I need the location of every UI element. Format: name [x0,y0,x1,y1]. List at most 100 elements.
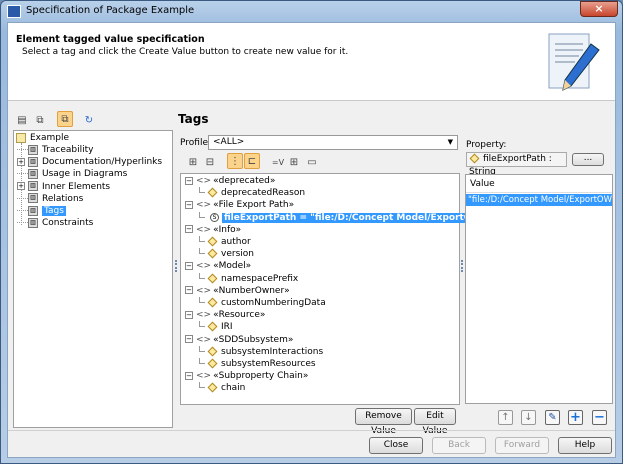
tree-item-label: Tags [42,206,66,216]
stereotype-row[interactable]: − <> «deprecated» [185,175,275,187]
collapse-all-icon[interactable]: ⊟ [202,154,218,170]
collapse-icon[interactable]: − [185,200,193,209]
app-icon [7,5,21,18]
tag-property-icon [207,321,218,332]
tag-label: subsystemInteractions [221,346,324,357]
tree-view-icon[interactable]: ⧉ [32,112,48,128]
tree-item-label: Constraints [42,218,94,229]
stereotype-row[interactable]: − <> «Resource» [185,309,265,321]
tag-row[interactable]: customNumberingData [199,297,326,309]
page-icon: ▥ [28,168,38,179]
stereotype-label: «Model» [213,261,252,272]
tag-label: author [221,237,251,247]
property-label: Property: [466,140,507,150]
tag-property-icon [207,358,218,369]
stereotype-label: «deprecated» [213,176,276,186]
page-icon: ▥ [28,217,38,228]
add-value-icon[interactable]: + [568,410,583,425]
tag-row[interactable]: chain [199,382,245,394]
show-values-icon[interactable]: =V [270,154,286,170]
remove-value-icon[interactable]: − [592,410,607,425]
stereotype-row[interactable]: − <> «File Export Path» [185,199,294,211]
back-button[interactable]: Back [432,437,486,454]
tree-item-relations[interactable]: ▥ Relations [17,193,83,205]
stereotype-row[interactable]: − <> «NumberOwner» [185,285,290,297]
tree-item-documentation-hyperlinks[interactable]: + ▥ Documentation/Hyperlinks [17,156,162,168]
splitter-handle[interactable] [175,260,177,272]
group-tags-icon[interactable]: ⊏ [244,153,260,169]
stereotype-label: «SDDSubsystem» [213,334,294,345]
tag-label: subsystemResources [221,359,316,369]
profile-label: Profile: [180,138,212,148]
stereotype-row[interactable]: − <> «Info» [185,224,241,236]
tag-row[interactable]: author [199,236,251,248]
collapse-icon[interactable]: − [185,371,193,380]
stereotype-row[interactable]: − <> «Subproperty Chain» [185,370,308,382]
tag-property-icon [207,273,218,284]
grid-icon[interactable]: ⊞ [286,154,302,170]
stereotype-label: «File Export Path» [213,200,295,211]
value-column-header[interactable]: Value [466,175,612,193]
collapse-icon[interactable]: − [185,335,193,344]
collapse-icon[interactable]: − [185,176,193,185]
close-button[interactable]: Close [369,437,423,454]
tree-item-constraints[interactable]: ▥ Constraints [17,217,93,229]
collapse-icon[interactable]: − [185,310,193,319]
browse-button[interactable]: ... [572,153,604,166]
stereotype-row[interactable]: − <> «Model» [185,260,251,272]
field-icon[interactable]: ▭ [304,154,320,170]
tree-item-label: Documentation/Hyperlinks [42,157,163,168]
table-view-icon[interactable]: ▤ [14,112,30,128]
window-close-button[interactable]: × [580,1,618,17]
value-cell[interactable]: "file:/D:/Concept Model/ExportOWL" [466,194,612,206]
edit-value-button[interactable]: Edit Value [414,408,456,436]
expand-icon[interactable]: + [17,182,25,191]
tag-label: deprecatedReason [221,188,306,199]
move-up-icon[interactable]: ↑ [498,410,513,425]
collapse-icon[interactable]: − [185,225,193,234]
stereotype-row[interactable]: − <> «SDDSubsystem» [185,334,293,346]
refresh-icon[interactable]: ↻ [81,112,97,128]
tag-row[interactable]: namespacePrefix [199,272,299,285]
page-icon: ▥ [28,156,38,167]
tree-item-traceability[interactable]: ▥ Traceability [17,144,93,156]
stereotype-icon: <> [196,176,212,186]
tag-property-icon [207,236,218,247]
tree-item-inner-elements[interactable]: + ▥ Inner Elements [17,181,110,193]
edit-pencil-icon[interactable]: ✎ [545,410,560,425]
tag-label: namespacePrefix [221,273,299,284]
tag-row[interactable]: IRI [199,321,233,333]
tag-row[interactable]: subsystemInteractions [199,345,324,358]
move-down-icon[interactable]: ↓ [521,410,536,425]
collapse-icon[interactable]: − [185,286,193,295]
expand-all-icon[interactable]: ⊞ [185,154,201,170]
tag-row[interactable]: subsystemResources [199,358,316,370]
document-pencil-icon [548,33,600,91]
forward-button[interactable]: Forward [495,437,549,454]
tag-row[interactable]: SfileExportPath = "file:/D:/Concept Mode… [199,211,494,224]
show-all-tags-icon[interactable]: ⋮ [227,153,243,169]
tree-item-label: Inner Elements [42,181,111,192]
tree-item-tags[interactable]: ▥ Tags [17,205,66,217]
help-button[interactable]: Help [558,437,612,454]
tag-row[interactable]: version [199,248,254,260]
tag-label: customNumberingData [221,298,326,308]
tree-item-usage-in-diagrams[interactable]: ▥ Usage in Diagrams [17,168,127,180]
remove-value-button[interactable]: Remove Value [355,408,412,436]
expand-icon[interactable]: + [17,157,25,166]
stereotype-icon: <> [196,334,212,345]
page-icon: ▥ [28,193,38,204]
tree-root[interactable]: Example [16,132,69,144]
tree-item-label: Usage in Diagrams [42,169,128,180]
splitter-handle[interactable] [461,260,463,272]
profile-select[interactable]: <ALL> ▼ [208,135,458,150]
tag-row[interactable]: deprecatedReason [199,187,305,199]
copy-icon[interactable]: ⧉ [57,111,73,127]
tag-property-icon [207,297,218,308]
collapse-icon[interactable]: − [185,261,193,270]
profile-value: <ALL> [213,137,245,147]
page-icon: ▥ [28,205,38,216]
value-set-icon: S [210,212,219,222]
tag-label: IRI [221,322,233,333]
stereotype-icon: <> [196,371,212,382]
